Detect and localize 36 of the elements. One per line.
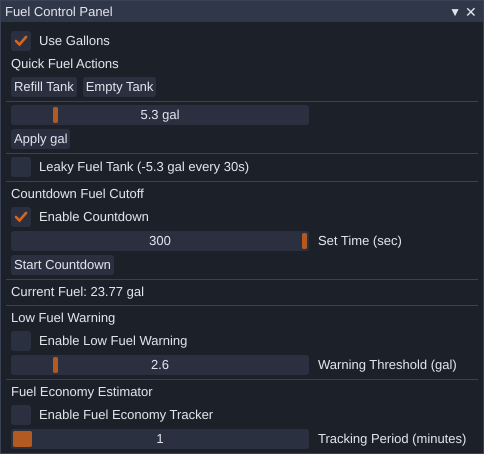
checkbox-label: Enable Fuel Economy Tracker [39, 406, 214, 424]
close-button[interactable]: ✕ [463, 4, 479, 18]
section-label: Low Fuel Warning [11, 309, 116, 327]
checkbox[interactable] [11, 31, 31, 51]
checkbox-label: Use Gallons [39, 32, 110, 50]
checkbox-label: Enable Countdown [39, 208, 149, 226]
action-button[interactable]: Refill Tank [11, 77, 77, 97]
section-label: Countdown Fuel Cutoff [11, 185, 145, 203]
slider-value: 2.6 [150, 356, 170, 374]
slider-thumb[interactable] [53, 357, 58, 373]
action-button[interactable]: Start Countdown [11, 255, 114, 275]
slider-label: Warning Threshold (gal) [318, 356, 457, 374]
slider-thumb[interactable] [53, 107, 58, 123]
section-label: Quick Fuel Actions [11, 55, 120, 73]
checkbox-label: Enable Low Fuel Warning [39, 332, 188, 350]
slider-value: 5.3 gal [140, 106, 180, 124]
slider-label: Set Time (sec) [318, 232, 402, 250]
checkbox-label: Leaky Fuel Tank (-5.3 gal every 30s) [39, 158, 250, 176]
slider-value: 300 [149, 232, 171, 250]
slider[interactable]: 300 [11, 231, 309, 251]
action-button[interactable]: Empty Tank [82, 77, 156, 97]
slider-thumb[interactable] [13, 431, 32, 447]
checkmark-icon [14, 211, 28, 223]
section-label: Fuel Economy Estimator [11, 383, 154, 401]
action-button[interactable]: Apply gal [11, 129, 70, 149]
slider-label: Tracking Period (minutes) [318, 430, 466, 448]
checkbox[interactable] [11, 207, 31, 227]
checkmark-icon [14, 35, 28, 47]
slider[interactable]: 5.3 gal [11, 105, 309, 125]
window-title: Fuel Control Panel [5, 2, 114, 21]
slider-thumb[interactable] [302, 233, 307, 249]
section-label: Current Fuel: 23.77 gal [11, 283, 145, 301]
slider[interactable]: 1 [11, 429, 309, 449]
slider-value: 1 [156, 430, 164, 448]
collapse-button[interactable]: ▼ [447, 6, 463, 18]
slider[interactable]: 2.6 [11, 355, 309, 375]
